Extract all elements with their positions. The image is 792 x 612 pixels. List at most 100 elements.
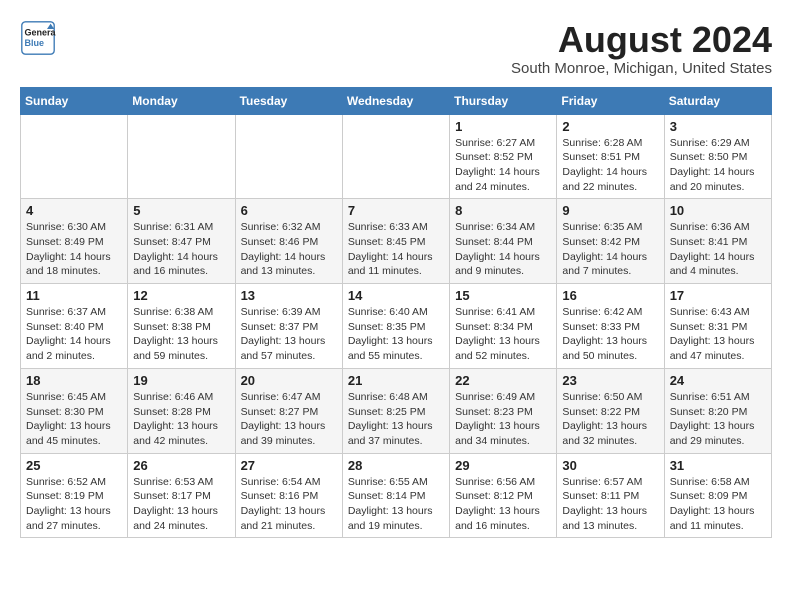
calendar-cell: 22 Sunrise: 6:49 AM Sunset: 8:23 PM Dayli… bbox=[450, 368, 557, 453]
calendar-week-2: 4 Sunrise: 6:30 AM Sunset: 8:49 PM Daylig… bbox=[21, 199, 772, 284]
weekday-sunday: Sunday bbox=[21, 87, 128, 114]
calendar-cell bbox=[235, 114, 342, 199]
day-info: Sunrise: 6:30 AM Sunset: 8:49 PM Dayligh… bbox=[26, 220, 122, 279]
day-number: 23 bbox=[562, 373, 658, 388]
day-info: Sunrise: 6:58 AM Sunset: 8:09 PM Dayligh… bbox=[670, 475, 766, 534]
day-info: Sunrise: 6:49 AM Sunset: 8:23 PM Dayligh… bbox=[455, 390, 551, 449]
day-number: 17 bbox=[670, 288, 766, 303]
calendar-cell: 30Sunrise: 6:57 AM Sunset: 8:11 PM Dayli… bbox=[557, 453, 664, 538]
day-info: Sunrise: 6:57 AM Sunset: 8:11 PM Dayligh… bbox=[562, 475, 658, 534]
day-number: 24 bbox=[670, 373, 766, 388]
calendar-cell: 19 Sunrise: 6:46 AM Sunset: 8:28 PM Dayli… bbox=[128, 368, 235, 453]
calendar-cell: 6Sunrise: 6:32 AM Sunset: 8:46 PM Daylig… bbox=[235, 199, 342, 284]
calendar-cell: 31 Sunrise: 6:58 AM Sunset: 8:09 PM Dayli… bbox=[664, 453, 771, 538]
day-number: 19 bbox=[133, 373, 229, 388]
day-info: Sunrise: 6:28 AM Sunset: 8:51 PM Dayligh… bbox=[562, 136, 658, 195]
day-info: Sunrise: 6:47 AM Sunset: 8:27 PM Dayligh… bbox=[241, 390, 337, 449]
day-info: Sunrise: 6:27 AM Sunset: 8:52 PM Dayligh… bbox=[455, 136, 551, 195]
day-number: 20 bbox=[241, 373, 337, 388]
day-number: 1 bbox=[455, 119, 551, 134]
calendar-cell: 7 Sunrise: 6:33 AM Sunset: 8:45 PM Daylig… bbox=[342, 199, 449, 284]
calendar-cell: 27 Sunrise: 6:54 AM Sunset: 8:16 PM Dayli… bbox=[235, 453, 342, 538]
calendar-cell: 8 Sunrise: 6:34 AM Sunset: 8:44 PM Daylig… bbox=[450, 199, 557, 284]
month-year-title: August 2024 bbox=[511, 20, 772, 60]
day-number: 15 bbox=[455, 288, 551, 303]
day-info: Sunrise: 6:52 AM Sunset: 8:19 PM Dayligh… bbox=[26, 475, 122, 534]
calendar-cell: 26 Sunrise: 6:53 AM Sunset: 8:17 PM Dayli… bbox=[128, 453, 235, 538]
day-info: Sunrise: 6:35 AM Sunset: 8:42 PM Dayligh… bbox=[562, 220, 658, 279]
calendar-cell: 21Sunrise: 6:48 AM Sunset: 8:25 PM Dayli… bbox=[342, 368, 449, 453]
calendar-cell: 5 Sunrise: 6:31 AM Sunset: 8:47 PM Daylig… bbox=[128, 199, 235, 284]
day-number: 16 bbox=[562, 288, 658, 303]
calendar-cell: 1 Sunrise: 6:27 AM Sunset: 8:52 PM Daylig… bbox=[450, 114, 557, 199]
calendar-cell: 24 Sunrise: 6:51 AM Sunset: 8:20 PM Dayli… bbox=[664, 368, 771, 453]
day-number: 22 bbox=[455, 373, 551, 388]
day-number: 9 bbox=[562, 203, 658, 218]
day-info: Sunrise: 6:45 AM Sunset: 8:30 PM Dayligh… bbox=[26, 390, 122, 449]
weekday-header-row: SundayMondayTuesdayWednesdayThursdayFrid… bbox=[21, 87, 772, 114]
day-number: 8 bbox=[455, 203, 551, 218]
day-number: 12 bbox=[133, 288, 229, 303]
weekday-thursday: Thursday bbox=[450, 87, 557, 114]
calendar-cell: 13 Sunrise: 6:39 AM Sunset: 8:37 PM Dayli… bbox=[235, 284, 342, 369]
calendar-cell: 25 Sunrise: 6:52 AM Sunset: 8:19 PM Dayli… bbox=[21, 453, 128, 538]
day-info: Sunrise: 6:39 AM Sunset: 8:37 PM Dayligh… bbox=[241, 305, 337, 364]
title-block: August 2024 South Monroe, Michigan, Unit… bbox=[511, 20, 772, 77]
calendar-cell: 20 Sunrise: 6:47 AM Sunset: 8:27 PM Dayli… bbox=[235, 368, 342, 453]
calendar-cell: 9 Sunrise: 6:35 AM Sunset: 8:42 PM Daylig… bbox=[557, 199, 664, 284]
day-info: Sunrise: 6:42 AM Sunset: 8:33 PM Dayligh… bbox=[562, 305, 658, 364]
calendar-body: 1 Sunrise: 6:27 AM Sunset: 8:52 PM Daylig… bbox=[21, 114, 772, 538]
day-info: Sunrise: 6:34 AM Sunset: 8:44 PM Dayligh… bbox=[455, 220, 551, 279]
calendar-cell: 18 Sunrise: 6:45 AM Sunset: 8:30 PM Dayli… bbox=[21, 368, 128, 453]
calendar-cell: 2Sunrise: 6:28 AM Sunset: 8:51 PM Daylig… bbox=[557, 114, 664, 199]
day-number: 7 bbox=[348, 203, 444, 218]
calendar-cell: 14Sunrise: 6:40 AM Sunset: 8:35 PM Dayli… bbox=[342, 284, 449, 369]
calendar-cell: 4 Sunrise: 6:30 AM Sunset: 8:49 PM Daylig… bbox=[21, 199, 128, 284]
day-info: Sunrise: 6:38 AM Sunset: 8:38 PM Dayligh… bbox=[133, 305, 229, 364]
day-info: Sunrise: 6:31 AM Sunset: 8:47 PM Dayligh… bbox=[133, 220, 229, 279]
day-info: Sunrise: 6:53 AM Sunset: 8:17 PM Dayligh… bbox=[133, 475, 229, 534]
day-number: 4 bbox=[26, 203, 122, 218]
day-info: Sunrise: 6:46 AM Sunset: 8:28 PM Dayligh… bbox=[133, 390, 229, 449]
day-number: 10 bbox=[670, 203, 766, 218]
svg-text:Blue: Blue bbox=[25, 38, 45, 48]
day-info: Sunrise: 6:54 AM Sunset: 8:16 PM Dayligh… bbox=[241, 475, 337, 534]
calendar-cell: 10Sunrise: 6:36 AM Sunset: 8:41 PM Dayli… bbox=[664, 199, 771, 284]
logo-icon: General Blue bbox=[20, 20, 56, 56]
calendar-week-3: 11Sunrise: 6:37 AM Sunset: 8:40 PM Dayli… bbox=[21, 284, 772, 369]
day-number: 13 bbox=[241, 288, 337, 303]
calendar-week-1: 1 Sunrise: 6:27 AM Sunset: 8:52 PM Daylig… bbox=[21, 114, 772, 199]
calendar-table: SundayMondayTuesdayWednesdayThursdayFrid… bbox=[20, 87, 772, 539]
day-number: 21 bbox=[348, 373, 444, 388]
calendar-cell bbox=[21, 114, 128, 199]
day-number: 31 bbox=[670, 458, 766, 473]
day-number: 27 bbox=[241, 458, 337, 473]
calendar-cell: 3 Sunrise: 6:29 AM Sunset: 8:50 PM Daylig… bbox=[664, 114, 771, 199]
day-number: 5 bbox=[133, 203, 229, 218]
day-number: 6 bbox=[241, 203, 337, 218]
day-number: 3 bbox=[670, 119, 766, 134]
day-info: Sunrise: 6:50 AM Sunset: 8:22 PM Dayligh… bbox=[562, 390, 658, 449]
day-number: 14 bbox=[348, 288, 444, 303]
day-info: Sunrise: 6:43 AM Sunset: 8:31 PM Dayligh… bbox=[670, 305, 766, 364]
page-header: General Blue August 2024 South Monroe, M… bbox=[20, 20, 772, 77]
weekday-wednesday: Wednesday bbox=[342, 87, 449, 114]
day-number: 29 bbox=[455, 458, 551, 473]
location-subtitle: South Monroe, Michigan, United States bbox=[511, 60, 772, 77]
calendar-cell: 11Sunrise: 6:37 AM Sunset: 8:40 PM Dayli… bbox=[21, 284, 128, 369]
weekday-tuesday: Tuesday bbox=[235, 87, 342, 114]
calendar-cell: 17 Sunrise: 6:43 AM Sunset: 8:31 PM Dayli… bbox=[664, 284, 771, 369]
day-info: Sunrise: 6:37 AM Sunset: 8:40 PM Dayligh… bbox=[26, 305, 122, 364]
day-info: Sunrise: 6:33 AM Sunset: 8:45 PM Dayligh… bbox=[348, 220, 444, 279]
logo: General Blue bbox=[20, 20, 56, 56]
calendar-week-4: 18 Sunrise: 6:45 AM Sunset: 8:30 PM Dayli… bbox=[21, 368, 772, 453]
day-number: 26 bbox=[133, 458, 229, 473]
day-info: Sunrise: 6:29 AM Sunset: 8:50 PM Dayligh… bbox=[670, 136, 766, 195]
calendar-cell bbox=[342, 114, 449, 199]
day-info: Sunrise: 6:51 AM Sunset: 8:20 PM Dayligh… bbox=[670, 390, 766, 449]
day-info: Sunrise: 6:41 AM Sunset: 8:34 PM Dayligh… bbox=[455, 305, 551, 364]
day-info: Sunrise: 6:56 AM Sunset: 8:12 PM Dayligh… bbox=[455, 475, 551, 534]
day-number: 25 bbox=[26, 458, 122, 473]
calendar-cell bbox=[128, 114, 235, 199]
day-number: 18 bbox=[26, 373, 122, 388]
